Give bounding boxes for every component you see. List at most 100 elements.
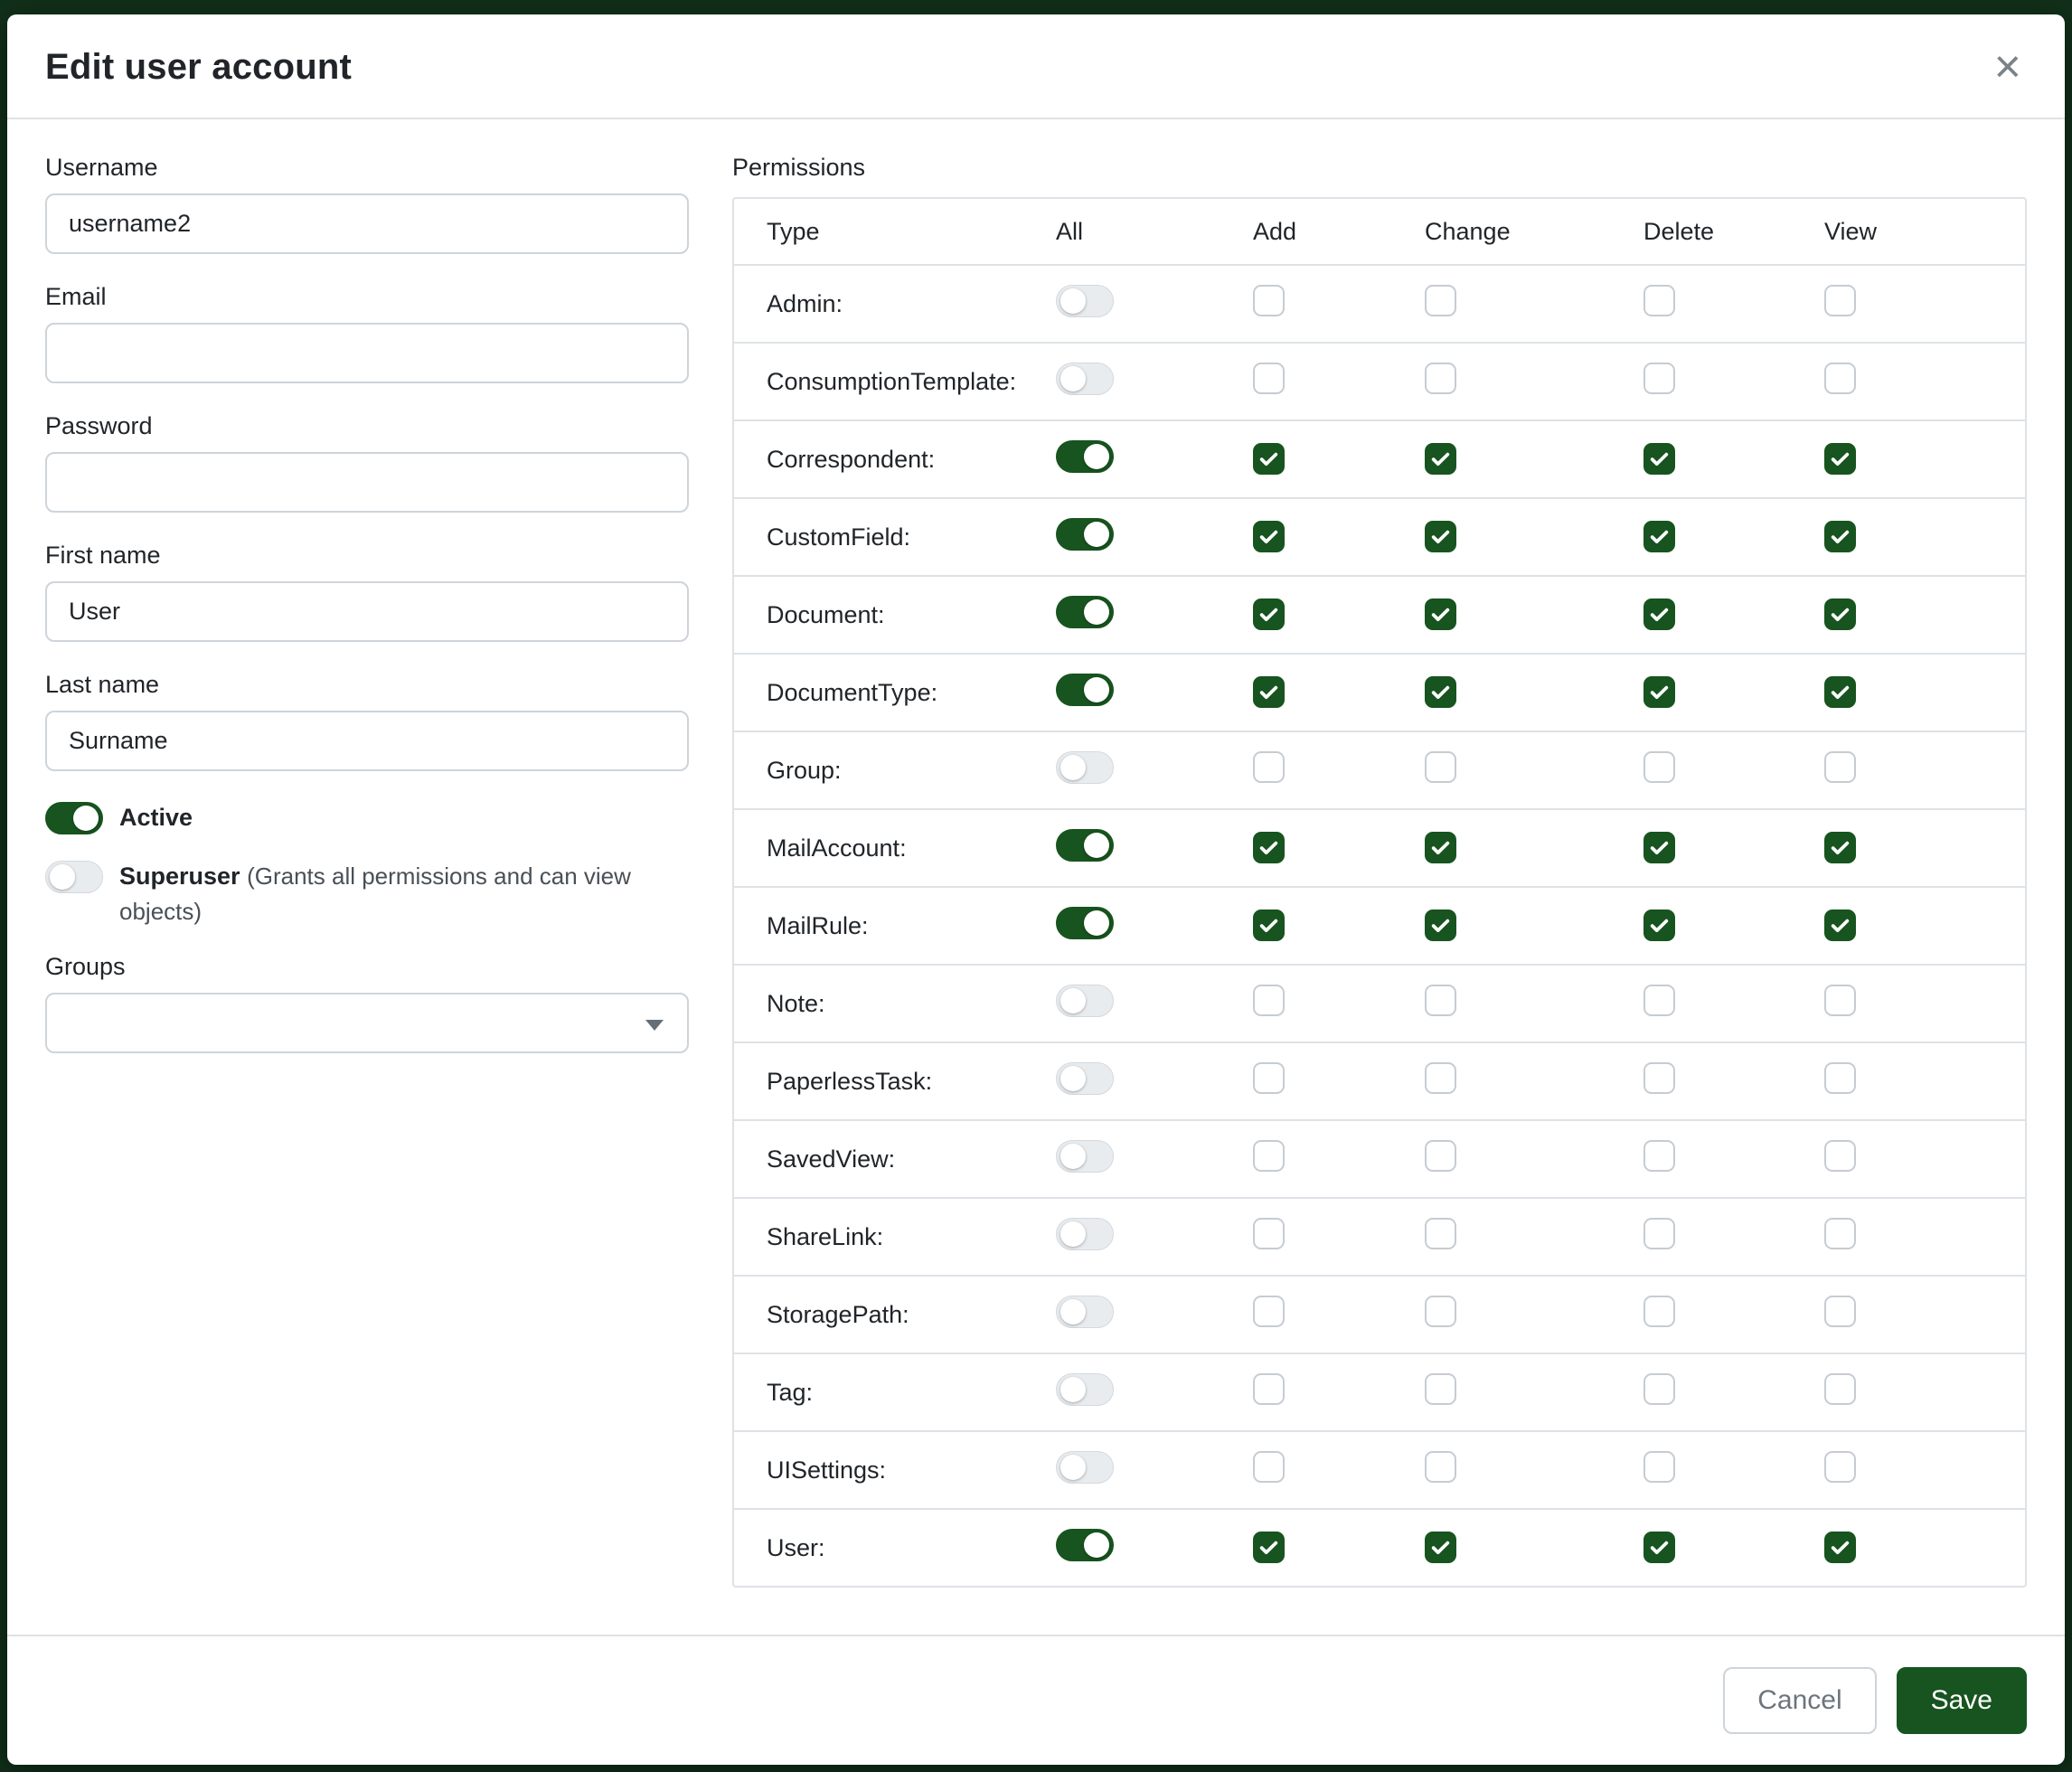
- perm-view-checkbox[interactable]: [1824, 1218, 1856, 1249]
- perm-add-checkbox[interactable]: [1253, 751, 1285, 783]
- perm-delete-checkbox[interactable]: [1643, 751, 1675, 783]
- perm-view-checkbox[interactable]: [1824, 599, 1856, 630]
- perm-all-toggle[interactable]: [1056, 1140, 1114, 1173]
- perm-all-toggle[interactable]: [1056, 518, 1114, 551]
- perm-all-toggle[interactable]: [1056, 1451, 1114, 1484]
- active-toggle[interactable]: [45, 802, 103, 834]
- perm-view-checkbox[interactable]: [1824, 521, 1856, 552]
- perm-view-checkbox[interactable]: [1824, 1062, 1856, 1094]
- perm-add-checkbox[interactable]: [1253, 1373, 1285, 1405]
- perm-view-checkbox[interactable]: [1824, 1296, 1856, 1327]
- perm-change-checkbox[interactable]: [1425, 1218, 1456, 1249]
- perm-delete-checkbox[interactable]: [1643, 1140, 1675, 1172]
- perm-all-toggle[interactable]: [1056, 440, 1114, 473]
- perm-add-checkbox[interactable]: [1253, 832, 1285, 863]
- first-name-field[interactable]: [45, 581, 689, 642]
- perm-view-checkbox[interactable]: [1824, 676, 1856, 708]
- perm-row: UISettings:: [734, 1430, 2025, 1508]
- perm-add-checkbox[interactable]: [1253, 521, 1285, 552]
- perm-all-toggle[interactable]: [1056, 1296, 1114, 1328]
- perm-add-checkbox[interactable]: [1253, 1218, 1285, 1249]
- perm-all-toggle[interactable]: [1056, 1373, 1114, 1406]
- perm-change-checkbox[interactable]: [1425, 599, 1456, 630]
- perm-add-checkbox[interactable]: [1253, 443, 1285, 475]
- perm-view-checkbox[interactable]: [1824, 832, 1856, 863]
- perm-add-checkbox[interactable]: [1253, 676, 1285, 708]
- perm-add-checkbox[interactable]: [1253, 985, 1285, 1016]
- perm-change-checkbox[interactable]: [1425, 1532, 1456, 1563]
- perm-change-checkbox[interactable]: [1425, 751, 1456, 783]
- perm-delete-checkbox[interactable]: [1643, 985, 1675, 1016]
- perm-delete-checkbox[interactable]: [1643, 363, 1675, 394]
- perm-delete-checkbox[interactable]: [1643, 1532, 1675, 1563]
- perm-view-checkbox[interactable]: [1824, 443, 1856, 475]
- superuser-toggle[interactable]: [45, 861, 103, 893]
- perm-all-toggle[interactable]: [1056, 1529, 1114, 1561]
- perm-all-toggle[interactable]: [1056, 674, 1114, 706]
- perm-delete-checkbox[interactable]: [1643, 910, 1675, 941]
- password-field[interactable]: [45, 452, 689, 513]
- username-input[interactable]: [45, 193, 689, 254]
- perm-delete-checkbox[interactable]: [1643, 1451, 1675, 1483]
- toggle-knob: [1084, 522, 1109, 547]
- perm-delete-checkbox[interactable]: [1643, 676, 1675, 708]
- perm-change-checkbox[interactable]: [1425, 832, 1456, 863]
- perm-delete-checkbox[interactable]: [1643, 285, 1675, 316]
- perm-add-checkbox[interactable]: [1253, 1062, 1285, 1094]
- perm-all-toggle[interactable]: [1056, 1218, 1114, 1250]
- perm-delete-checkbox[interactable]: [1643, 1218, 1675, 1249]
- perm-view-checkbox[interactable]: [1824, 285, 1856, 316]
- perm-change-checkbox[interactable]: [1425, 676, 1456, 708]
- perm-all-toggle[interactable]: [1056, 907, 1114, 939]
- perm-add-checkbox[interactable]: [1253, 1296, 1285, 1327]
- perm-view-checkbox[interactable]: [1824, 363, 1856, 394]
- perm-all-toggle[interactable]: [1056, 829, 1114, 862]
- perm-change-checkbox[interactable]: [1425, 363, 1456, 394]
- perm-change-checkbox[interactable]: [1425, 1140, 1456, 1172]
- perm-change-checkbox[interactable]: [1425, 443, 1456, 475]
- perm-delete-checkbox[interactable]: [1643, 1062, 1675, 1094]
- perm-delete-checkbox[interactable]: [1643, 832, 1675, 863]
- perm-add-checkbox[interactable]: [1253, 910, 1285, 941]
- perm-change-checkbox[interactable]: [1425, 985, 1456, 1016]
- perm-change-checkbox[interactable]: [1425, 910, 1456, 941]
- perm-all-toggle[interactable]: [1056, 363, 1114, 395]
- perm-delete-checkbox[interactable]: [1643, 1373, 1675, 1405]
- perm-view-checkbox[interactable]: [1824, 1532, 1856, 1563]
- last-name-field[interactable]: [45, 711, 689, 771]
- perm-change-checkbox[interactable]: [1425, 521, 1456, 552]
- groups-select[interactable]: [45, 993, 689, 1053]
- perm-view-checkbox[interactable]: [1824, 910, 1856, 941]
- perm-change-checkbox[interactable]: [1425, 285, 1456, 316]
- cancel-button[interactable]: Cancel: [1723, 1667, 1876, 1734]
- perm-delete-checkbox[interactable]: [1643, 599, 1675, 630]
- perm-change-checkbox[interactable]: [1425, 1373, 1456, 1405]
- password-label: Password: [45, 412, 689, 440]
- perm-add-checkbox[interactable]: [1253, 1451, 1285, 1483]
- perm-change-checkbox[interactable]: [1425, 1062, 1456, 1094]
- perm-all-toggle[interactable]: [1056, 985, 1114, 1017]
- perm-add-checkbox[interactable]: [1253, 599, 1285, 630]
- perm-all-toggle[interactable]: [1056, 596, 1114, 628]
- perm-add-checkbox[interactable]: [1253, 285, 1285, 316]
- email-field[interactable]: [45, 323, 689, 383]
- perm-add-checkbox[interactable]: [1253, 363, 1285, 394]
- perm-add-checkbox[interactable]: [1253, 1140, 1285, 1172]
- perm-change-checkbox[interactable]: [1425, 1451, 1456, 1483]
- close-icon[interactable]: ×: [1989, 43, 2027, 90]
- perm-add-checkbox[interactable]: [1253, 1532, 1285, 1563]
- perm-delete-checkbox[interactable]: [1643, 521, 1675, 552]
- save-button[interactable]: Save: [1897, 1667, 2027, 1734]
- perm-view-checkbox[interactable]: [1824, 985, 1856, 1016]
- perm-all-toggle[interactable]: [1056, 751, 1114, 784]
- perm-view-checkbox[interactable]: [1824, 1373, 1856, 1405]
- perm-view-checkbox[interactable]: [1824, 1451, 1856, 1483]
- perm-delete-checkbox[interactable]: [1643, 443, 1675, 475]
- perm-row: ShareLink:: [734, 1197, 2025, 1275]
- perm-all-toggle[interactable]: [1056, 285, 1114, 317]
- perm-change-checkbox[interactable]: [1425, 1296, 1456, 1327]
- perm-view-checkbox[interactable]: [1824, 1140, 1856, 1172]
- perm-delete-checkbox[interactable]: [1643, 1296, 1675, 1327]
- perm-all-toggle[interactable]: [1056, 1062, 1114, 1095]
- perm-view-checkbox[interactable]: [1824, 751, 1856, 783]
